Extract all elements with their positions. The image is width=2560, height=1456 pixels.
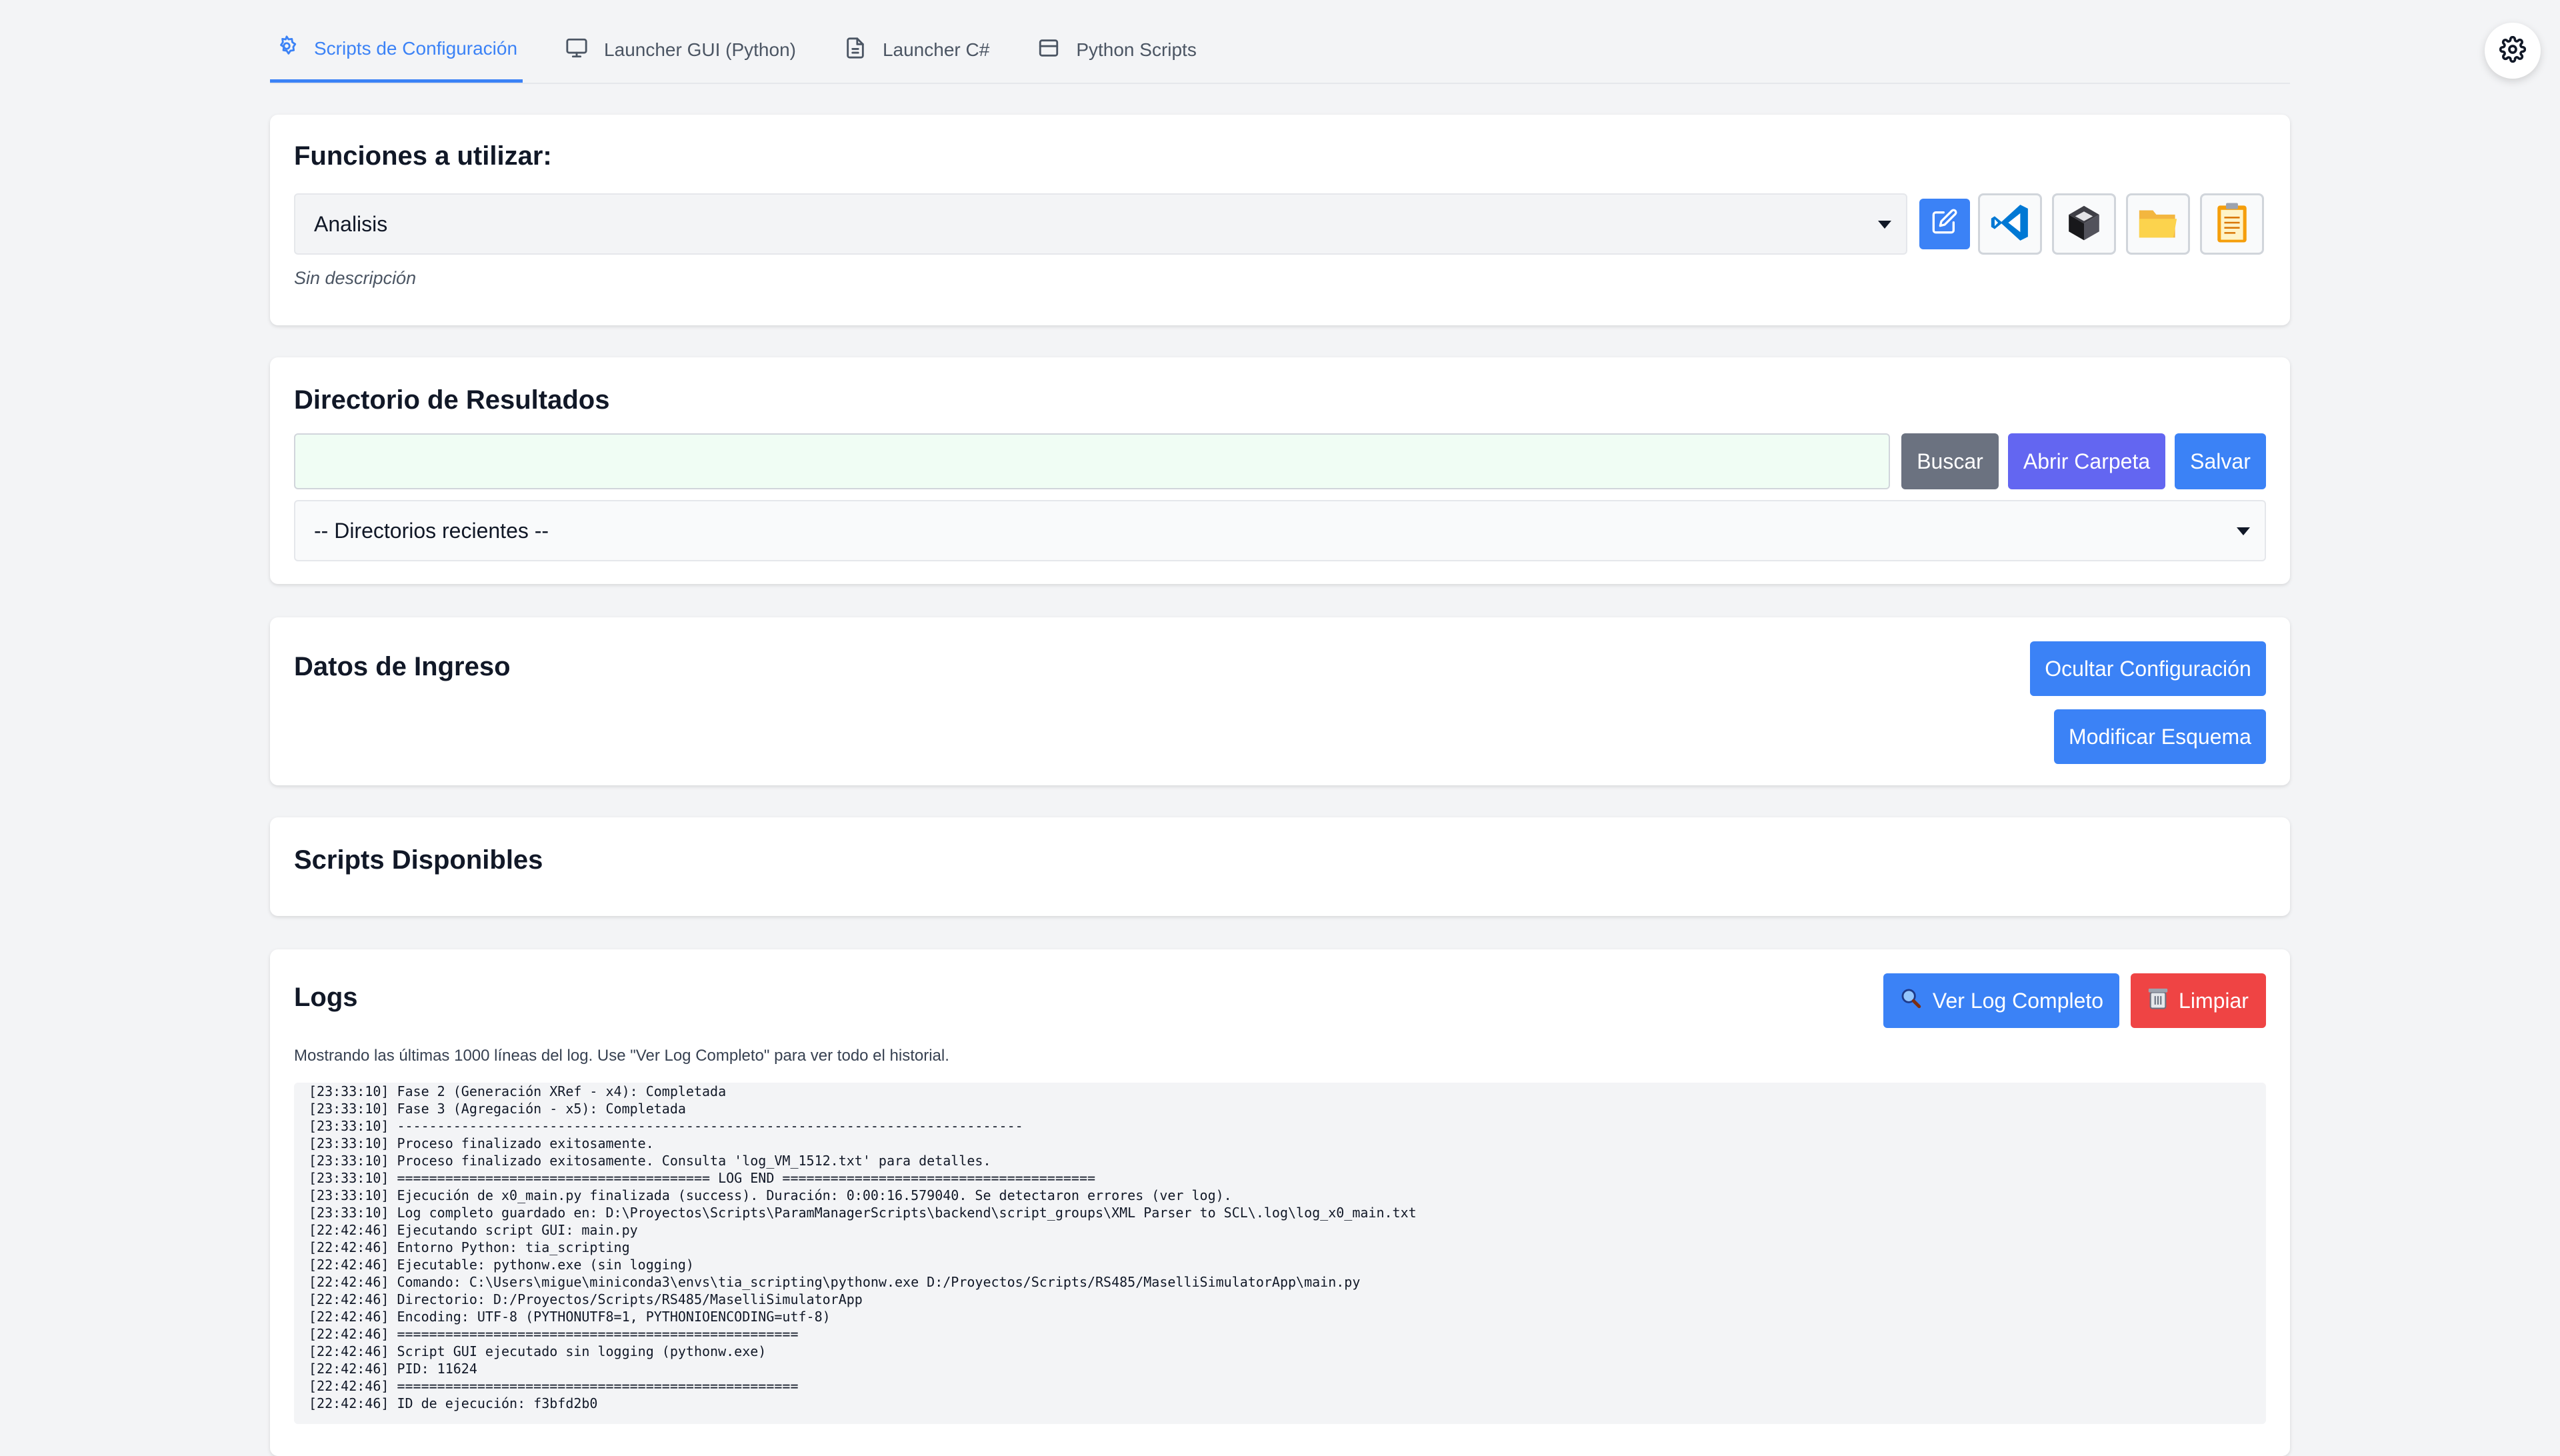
tab-python-scripts[interactable]: Python Scripts (1032, 17, 1202, 83)
tab-launcher-csharp[interactable]: Launcher C# (839, 17, 995, 83)
log-line: [22:42:46] PID: 11624 (309, 1361, 477, 1377)
chevron-down-icon (2237, 527, 2250, 535)
logs-info-text: Mostrando las últimas 1000 líneas del lo… (294, 1047, 949, 1065)
tab-launcher-gui-python[interactable]: Launcher GUI (Python) (560, 17, 801, 83)
recent-directories-placeholder: -- Directorios recientes -- (314, 518, 549, 543)
functions-card: Funciones a utilizar: Analisis Sin descr… (270, 115, 2290, 325)
log-line: [23:33:10] Log completo guardado en: D:\… (309, 1205, 1417, 1221)
log-line: [22:42:46] Script GUI ejecutado sin logg… (309, 1343, 767, 1359)
cursor-icon (2064, 203, 2104, 246)
tab-scripts-configuracion[interactable]: Scripts de Configuración (270, 17, 523, 83)
log-line: [22:42:46] Entorno Python: tia_scripting (309, 1239, 630, 1255)
magnifier-icon (1899, 987, 1922, 1015)
log-line: [22:42:46] Ejecutable: pythonw.exe (sin … (309, 1257, 694, 1273)
tab-label: Launcher GUI (Python) (604, 39, 796, 60)
log-line: [23:33:10] -----------------------------… (309, 1118, 1023, 1134)
file-icon (844, 37, 867, 64)
log-line: [23:33:10] Proceso finalizado exitosamen… (309, 1135, 654, 1151)
open-cursor-button[interactable] (2052, 193, 2116, 255)
gear-icon (275, 35, 298, 62)
open-vscode-button[interactable] (1978, 193, 2042, 255)
log-line: [23:33:10] Fase 2 (Generación XRef - x4)… (309, 1083, 727, 1099)
input-data-title: Datos de Ingreso (294, 652, 511, 681)
functions-title: Funciones a utilizar: (294, 141, 552, 171)
edit-icon (1931, 208, 1958, 240)
log-line: [23:33:10] Proceso finalizado exitosamen… (309, 1153, 991, 1169)
log-line: [23:33:10] Ejecución de x0_main.py final… (309, 1187, 1232, 1203)
function-select[interactable]: Analisis (294, 193, 1907, 255)
open-folder-button[interactable]: Abrir Carpeta (2008, 433, 2165, 489)
function-select-value: Analisis (314, 211, 388, 236)
modify-schema-button[interactable]: Modificar Esquema (2054, 709, 2266, 764)
results-directory-card: Directorio de Resultados Buscar Abrir Ca… (270, 357, 2290, 584)
settings-button[interactable] (2485, 23, 2541, 79)
log-line: [23:33:10] Fase 3 (Agregación - x5): Com… (309, 1101, 686, 1117)
input-data-card: Datos de Ingreso Ocultar Configuración M… (270, 617, 2290, 785)
open-folder-button[interactable] (2126, 193, 2190, 255)
log-line: [22:42:46] Encoding: UTF-8 (PYTHONUTF8=1… (309, 1309, 831, 1325)
log-line: [22:42:46] Ejecutando script GUI: main.p… (309, 1222, 638, 1238)
monitor-icon (565, 37, 588, 64)
logs-card: Logs Ver Log Completo Limpiar Mostrando … (270, 949, 2290, 1456)
clipboard-icon (2215, 201, 2249, 247)
tab-label: Scripts de Configuración (314, 37, 518, 59)
log-line: [22:42:46] =============================… (309, 1378, 799, 1394)
folder-icon (2137, 204, 2179, 245)
vscode-icon (1989, 201, 2031, 247)
logs-title: Logs (294, 983, 358, 1012)
log-line: [22:42:46] =============================… (309, 1326, 799, 1342)
gear-icon (2499, 35, 2527, 66)
results-directory-title: Directorio de Resultados (294, 385, 610, 415)
function-description: Sin descripción (294, 268, 417, 288)
log-line: [22:42:46] Comando: C:\Users\migue\minic… (309, 1274, 1361, 1290)
tab-bar: Scripts de Configuración Launcher GUI (P… (270, 0, 2290, 84)
clear-logs-button[interactable]: Limpiar (2131, 973, 2266, 1028)
clear-logs-label: Limpiar (2179, 988, 2249, 1013)
save-button[interactable]: Salvar (2175, 433, 2266, 489)
trash-icon (2148, 987, 2168, 1015)
results-path-input[interactable] (294, 433, 1890, 489)
chevron-down-icon (1878, 221, 1891, 229)
main-container: Scripts de Configuración Launcher GUI (P… (270, 0, 2290, 1456)
tab-label: Launcher C# (882, 39, 990, 60)
log-line: [22:42:46] Directorio: D:/Proyectos/Scri… (309, 1291, 863, 1307)
log-line: [22:42:46] ID de ejecución: f3bfd2b0 (309, 1395, 598, 1411)
log-output: [23:33:10] Fase 2 (Generación XRef - x4)… (294, 1083, 2266, 1424)
copy-path-button[interactable] (2200, 193, 2264, 255)
available-scripts-title: Scripts Disponibles (294, 845, 543, 875)
browse-button[interactable]: Buscar (1901, 433, 1999, 489)
hide-config-button[interactable]: Ocultar Configuración (2030, 641, 2266, 696)
view-full-log-label: Ver Log Completo (1932, 988, 2104, 1013)
recent-directories-select[interactable]: -- Directorios recientes -- (294, 500, 2266, 561)
available-scripts-card: Scripts Disponibles (270, 817, 2290, 916)
window-icon (1037, 37, 1060, 64)
log-line: [23:33:10] =============================… (309, 1170, 1096, 1186)
edit-button[interactable] (1919, 199, 1970, 249)
tab-label: Python Scripts (1076, 39, 1197, 60)
view-full-log-button[interactable]: Ver Log Completo (1883, 973, 2119, 1028)
